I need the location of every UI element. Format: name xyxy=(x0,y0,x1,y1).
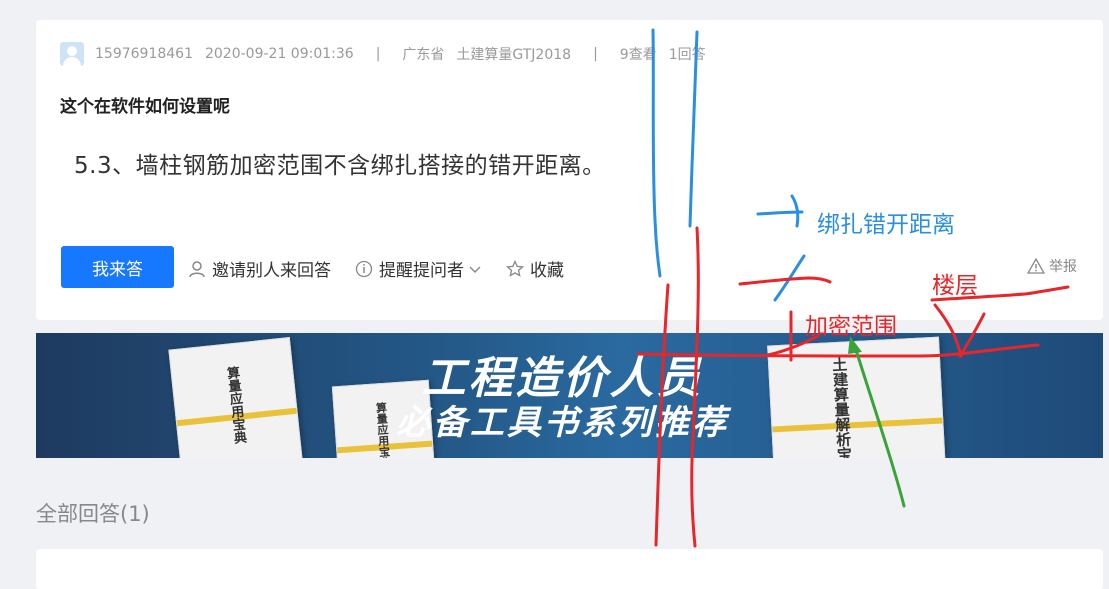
book-title: 算量应用宝典 xyxy=(223,365,247,445)
post-datetime: 2020-09-21 09:01:36 xyxy=(204,46,354,62)
book-title: 算量应用宝典 xyxy=(374,401,392,458)
info-icon xyxy=(355,260,373,277)
remind-label: 提醒提问者 xyxy=(379,261,464,281)
remind-action[interactable]: 提醒提问者 xyxy=(355,256,482,281)
star-icon xyxy=(506,259,524,277)
meta-separator: | xyxy=(593,46,598,62)
report-action[interactable]: 举报 xyxy=(1027,256,1077,276)
answers-section-title: 全部回答(1) xyxy=(36,502,150,526)
book-cover: 算量应用宝典 xyxy=(168,337,306,458)
promo-banner[interactable]: 算量应用宝典 算量应用宝典 工程造价人员 必备工具书系列推荐 土建算量解析宝典 xyxy=(36,333,1103,458)
banner-headline: 工程造价人员 必备工具书系列推荐 xyxy=(396,353,729,444)
chevron-down-icon xyxy=(469,266,481,273)
question-title: 这个在软件如何设置呢 xyxy=(60,97,230,117)
banner-title: 工程造价人员 xyxy=(421,353,704,404)
banner-subtitle: 必备工具书系列推荐 xyxy=(396,403,729,443)
user-icon xyxy=(189,260,205,277)
book-cover: 土建算量解析宝典 xyxy=(767,336,947,458)
answer-card xyxy=(36,549,1103,589)
favorite-action[interactable]: 收藏 xyxy=(506,256,564,281)
region-tag[interactable]: 广东省 xyxy=(402,44,444,64)
invite-label: 邀请别人来回答 xyxy=(212,261,331,281)
invite-action[interactable]: 邀请别人来回答 xyxy=(188,256,331,281)
floor-label: 楼层 xyxy=(932,273,978,299)
warning-icon xyxy=(1027,258,1045,274)
answer-button[interactable]: 我来答 xyxy=(61,246,174,288)
meta-separator: | xyxy=(375,46,381,62)
answer-count: 1回答 xyxy=(668,47,706,63)
dense-range-label: 加密范围 xyxy=(805,314,897,340)
software-tag[interactable]: 土建算量GTJ2018 xyxy=(456,44,571,64)
report-label: 举报 xyxy=(1049,259,1077,275)
view-count: 9查看 xyxy=(619,47,657,63)
username[interactable]: 15976918461 xyxy=(95,46,193,62)
question-meta: 15976918461 2020-09-21 09:01:36 | 广东省 土建… xyxy=(60,42,706,66)
book-title: 土建算量解析宝典 xyxy=(829,356,855,458)
action-bar: 邀请别人来回答 提醒提问者 收藏 xyxy=(188,256,588,281)
favorite-label: 收藏 xyxy=(530,261,564,281)
avatar[interactable] xyxy=(60,42,84,66)
question-body: 5.3、墙柱钢筋加密范围不含绑扎搭接的错开距离。 xyxy=(74,153,606,179)
stagger-distance-label: 绑扎错开距离 xyxy=(817,212,955,238)
